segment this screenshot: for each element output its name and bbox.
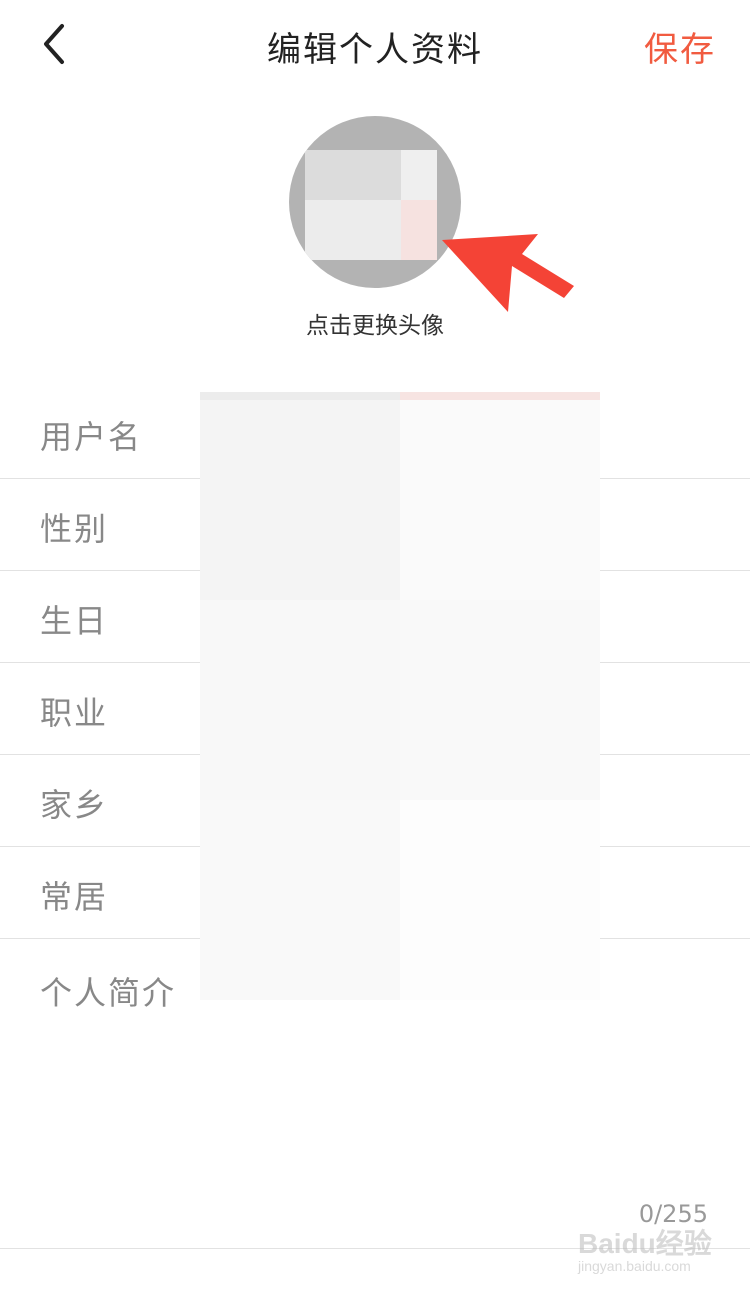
page-title: 编辑个人资料 [267,30,483,70]
top-bar: 编辑个人资料 保存 [0,0,750,88]
field-label-residence: 常居 [40,878,109,916]
change-avatar-hint[interactable]: 点击更换头像 [0,306,750,340]
field-label-occupation: 职业 [40,694,109,732]
field-label-gender: 性别 [40,510,109,548]
field-label-username: 用户名 [40,418,143,456]
field-label-birthday: 生日 [40,602,109,640]
watermark-brand: Baidu经验 [578,1228,712,1259]
field-label-bio: 个人简介 [40,974,177,1012]
watermark-url: jingyan.baidu.com [578,1258,691,1274]
watermark: Baidu经验 jingyan.baidu.com [572,1208,722,1278]
red-arrow-icon [442,234,574,312]
save-button[interactable]: 保存 [644,22,716,71]
privacy-mosaic [200,392,600,1000]
field-label-hometown: 家乡 [40,786,109,824]
